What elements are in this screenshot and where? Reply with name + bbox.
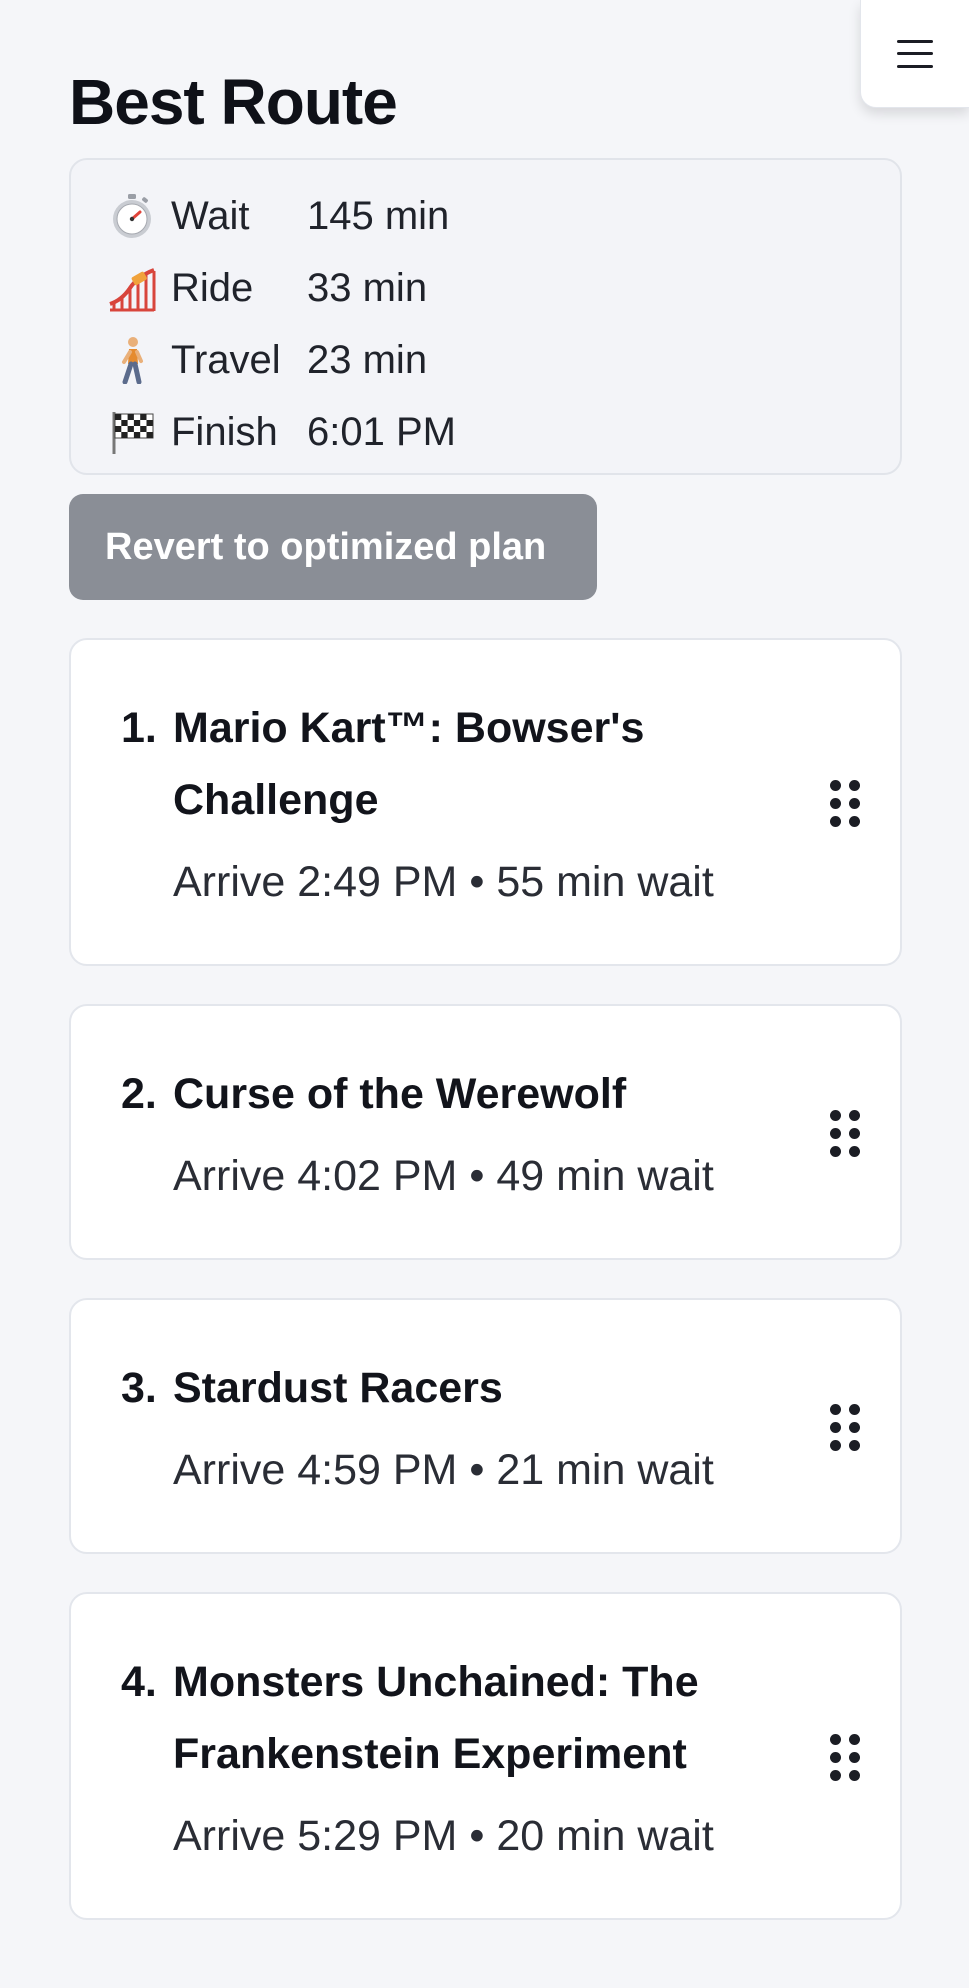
checkered-flag-icon <box>107 407 157 457</box>
walking-person-icon <box>107 335 157 385</box>
ride-title-1: 1. Mario Kart™: Bowser's Challenge <box>121 692 761 836</box>
summary-label-travel: Travel <box>171 337 281 382</box>
route-summary: Wait 145 min Ride 33 min Travel 23 min F… <box>69 158 902 475</box>
revert-to-optimized-plan-button[interactable]: Revert to optimized plan <box>69 494 597 600</box>
stopwatch-icon <box>107 191 157 241</box>
summary-label-finish: Finish <box>171 409 278 454</box>
summary-value-ride: 33 min <box>307 265 428 310</box>
roller-coaster-icon <box>107 263 157 313</box>
ride-meta-2: Arrive 4:02 PM • 49 min wait <box>173 1152 714 1200</box>
ride-number-2: 2. <box>121 1070 157 1118</box>
ride-title-2: 2. Curse of the Werewolf <box>121 1058 761 1130</box>
ride-name-2: Curse of the Werewolf <box>173 1070 627 1118</box>
ride-name-1: Mario Kart™: Bowser's Challenge <box>173 704 645 824</box>
menu-button[interactable] <box>860 0 969 108</box>
ride-name-4: Monsters Unchained: The Frankenstein Exp… <box>173 1658 699 1778</box>
summary-label-wait: Wait <box>171 193 250 238</box>
summary-value-finish: 6:01 PM <box>307 409 456 454</box>
drag-handle-icon[interactable] <box>830 1404 860 1452</box>
summary-value-travel: 23 min <box>307 337 428 382</box>
ride-number-4: 4. <box>121 1658 157 1706</box>
drag-handle-icon[interactable] <box>830 780 860 828</box>
summary-row-finish: Finish 6:01 PM <box>107 396 900 468</box>
ride-meta-1: Arrive 2:49 PM • 55 min wait <box>173 858 714 906</box>
ride-title-4: 4. Monsters Unchained: The Frankenstein … <box>121 1646 761 1790</box>
drag-handle-icon[interactable] <box>830 1110 860 1158</box>
ride-meta-4: Arrive 5:29 PM • 20 min wait <box>173 1812 714 1860</box>
ride-title-3: 3. Stardust Racers <box>121 1352 761 1424</box>
ride-meta-3: Arrive 4:59 PM • 21 min wait <box>173 1446 714 1494</box>
summary-row-travel: Travel 23 min <box>107 324 900 396</box>
hamburger-menu-icon <box>897 39 933 68</box>
ride-number-1: 1. <box>121 704 157 752</box>
summary-value-wait: 145 min <box>307 193 450 238</box>
summary-label-ride: Ride <box>171 265 254 310</box>
ride-card-1[interactable]: 1. Mario Kart™: Bowser's Challenge Arriv… <box>69 638 902 966</box>
drag-handle-icon[interactable] <box>830 1734 860 1782</box>
ride-card-3[interactable]: 3. Stardust Racers Arrive 4:59 PM • 21 m… <box>69 1298 902 1554</box>
ride-card-4[interactable]: 4. Monsters Unchained: The Frankenstein … <box>69 1592 902 1920</box>
ride-number-3: 3. <box>121 1364 157 1412</box>
ride-card-2[interactable]: 2. Curse of the Werewolf Arrive 4:02 PM … <box>69 1004 902 1260</box>
summary-row-wait: Wait 145 min <box>107 180 900 252</box>
page-title: Best Route <box>69 66 398 138</box>
ride-name-3: Stardust Racers <box>173 1364 503 1412</box>
summary-row-ride: Ride 33 min <box>107 252 900 324</box>
